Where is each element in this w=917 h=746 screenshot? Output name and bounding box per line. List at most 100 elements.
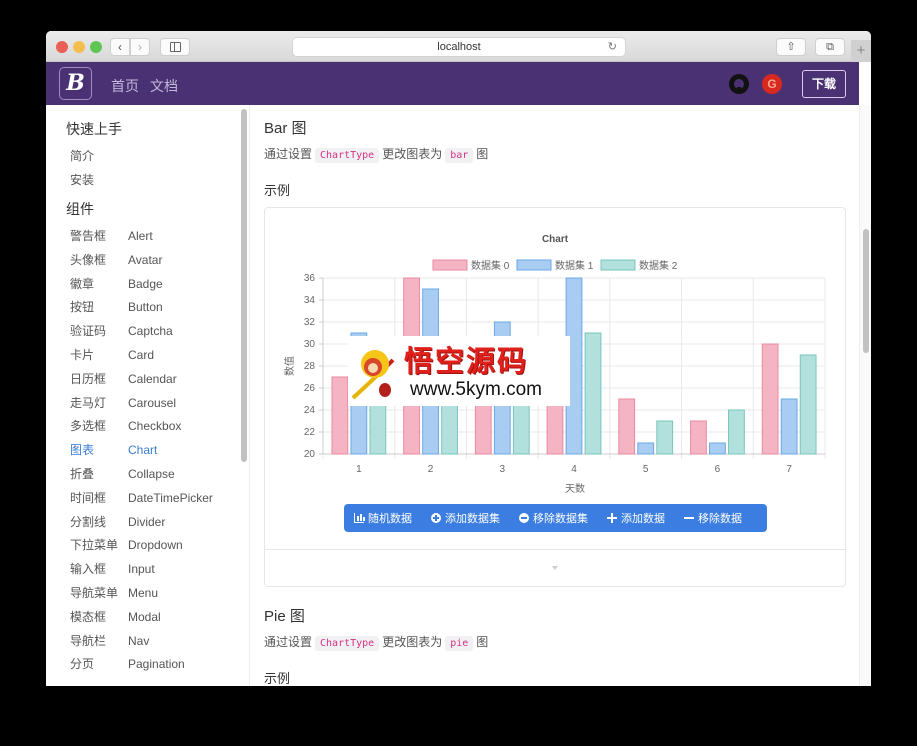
sidebar-item-cn-label: 图表 <box>70 443 95 458</box>
remove-data-button[interactable]: 移除数据 <box>684 510 742 526</box>
random-data-button[interactable]: 随机数据 <box>354 510 412 526</box>
forward-button[interactable]: › <box>130 38 150 56</box>
add-dataset-button[interactable]: 添加数据集 <box>431 510 500 526</box>
sidebar-item-cn-label: 多选框 <box>70 419 107 434</box>
sidebar-item-en-label: Nav <box>128 633 150 648</box>
sidebar-scrollbar[interactable] <box>241 109 247 462</box>
sidebar-item-chart[interactable]: 图表 Chart <box>70 441 157 458</box>
main-scrollbar[interactable] <box>859 105 871 686</box>
bar-chart-demo-card: Chart 数据集 0 数据集 1 数据集 2 20 22 24 26 28 30 32 34 36 1 2… <box>264 207 846 587</box>
x-tick-label: 1 <box>356 464 362 475</box>
y-axis-label: 数值 <box>283 356 296 376</box>
sidebar-item-badge[interactable]: 徽章 Badge <box>70 275 163 292</box>
sidebar-item-nav[interactable]: 导航栏 Nav <box>70 632 149 649</box>
top-navbar: B 首页 文档 G 下载 <box>46 62 859 105</box>
download-button[interactable]: 下载 <box>802 70 846 98</box>
share-button[interactable]: ⇧ <box>776 38 806 56</box>
back-button[interactable]: ‹ <box>110 38 130 56</box>
x-tick-label: 4 <box>571 464 577 475</box>
sidebar-item-captcha[interactable]: 验证码 Captcha <box>70 322 173 339</box>
add-data-button[interactable]: 添加数据 <box>607 510 665 526</box>
bar <box>584 332 602 455</box>
sidebar-item-modal[interactable]: 模态框 Modal <box>70 608 161 625</box>
legend-label: 数据集 2 <box>639 259 678 272</box>
sidebar-item-calendar[interactable]: 日历框 Calendar <box>70 370 177 387</box>
pie-example-heading: 示例 <box>264 671 291 686</box>
y-tick-label: 28 <box>304 361 316 372</box>
sidebar-item-input[interactable]: 输入框 Input <box>70 560 155 577</box>
desc-text: 通过设置 <box>264 147 313 161</box>
sidebar-item-en-label: DateTimePicker <box>128 490 213 505</box>
maximize-window-button[interactable] <box>90 41 102 53</box>
sidebar-item-avatar[interactable]: 头像框 Avatar <box>70 251 162 268</box>
sidebar-item-cn-label: 分页 <box>70 657 95 672</box>
sidebar-item-en-label: Captcha <box>128 324 173 339</box>
sidebar-item-cn-label: 输入框 <box>70 562 107 577</box>
sidebar-item-pagination[interactable]: 分页 Pagination <box>70 655 185 672</box>
minus-icon <box>684 513 694 523</box>
sidebar-icon <box>170 42 181 52</box>
y-tick-label: 20 <box>304 449 316 460</box>
button-label: 随机数据 <box>368 513 412 525</box>
close-window-button[interactable] <box>56 41 68 53</box>
sidebar-item-button[interactable]: 按钮 Button <box>70 298 163 315</box>
bar <box>709 442 726 455</box>
code-bar: bar <box>445 148 474 163</box>
sidebar-item-carousel[interactable]: 走马灯 Carousel <box>70 394 176 411</box>
sidebar-item-en-label: Carousel <box>128 395 177 410</box>
minimize-window-button[interactable] <box>73 41 85 53</box>
tabs-overview-button[interactable]: ⧉ <box>815 38 845 56</box>
gitee-icon[interactable]: G <box>762 74 782 94</box>
code-expand-bar[interactable] <box>265 549 845 587</box>
browser-titlebar: ‹ › localhost ↻ ⇧ ⧉ + <box>46 31 871 62</box>
logo[interactable]: B <box>59 67 92 100</box>
sidebar-item-collapse[interactable]: 折叠 Collapse <box>70 465 175 482</box>
sidebar-item-dropdown[interactable]: 下拉菜单 Dropdown <box>70 536 183 553</box>
bar-section-title: Bar 图 <box>264 120 307 137</box>
main-scrollbar-thumb[interactable] <box>863 229 869 353</box>
bar <box>637 442 655 455</box>
legend-swatch <box>432 259 468 271</box>
sidebar-item-cn-label: 时间框 <box>70 490 107 505</box>
bar-example-heading: 示例 <box>264 183 291 198</box>
sidebar-item[interactable]: 简介 <box>70 147 128 164</box>
sidebar-item[interactable]: 安装 <box>70 171 128 188</box>
sidebar-item-en-label: Calendar <box>128 371 177 386</box>
sidebar: 快速上手 简介 安装 组件 警告框 Alert 头像框 Avatar 徽章 Badge 按钮 Butt… <box>46 105 249 686</box>
nav-link-home[interactable]: 首页 <box>111 76 139 96</box>
sidebar-item-datetimepicker[interactable]: 时间框 DateTimePicker <box>70 489 213 506</box>
plus-circle-icon <box>431 513 441 523</box>
watermark-overlay: 悟空源码 www.5kym.com <box>348 336 570 406</box>
reload-icon[interactable]: ↻ <box>608 38 617 56</box>
caret-down-icon[interactable] <box>552 566 558 570</box>
y-tick-label: 34 <box>304 295 316 306</box>
x-tick-label: 6 <box>715 464 721 475</box>
monkey-king-icon <box>351 350 395 400</box>
sidebar-item-card[interactable]: 卡片 Card <box>70 346 154 363</box>
nav-link-docs[interactable]: 文档 <box>150 76 178 96</box>
sidebar-item-cn-label: 警告框 <box>70 229 107 243</box>
legend-swatch <box>516 259 552 271</box>
sidebar-item-en-label: Collapse <box>128 467 175 481</box>
desc-text: 通过设置 <box>264 635 313 649</box>
sidebar-item-en-label: Pagination <box>128 657 185 672</box>
sidebar-toggle-button[interactable] <box>160 38 190 56</box>
sidebar-item-cn-label: 下拉菜单 <box>70 538 119 553</box>
sidebar-item-en-label: Checkbox <box>128 419 182 434</box>
sidebar-item-en-label: Modal <box>128 609 161 624</box>
sidebar-item-menu[interactable]: 导航菜单 Menu <box>70 584 158 601</box>
sidebar-item-divider[interactable]: 分割线 Divider <box>70 513 165 530</box>
github-icon[interactable] <box>729 74 749 94</box>
remove-dataset-button[interactable]: 移除数据集 <box>519 510 588 526</box>
address-bar[interactable]: localhost ↻ <box>292 37 626 57</box>
sidebar-item-cn-label: 按钮 <box>70 300 95 315</box>
sidebar-item-alert[interactable]: 警告框 Alert <box>70 227 153 244</box>
sidebar-item-cn-label: 验证码 <box>70 324 107 339</box>
new-tab-button[interactable]: + <box>851 40 871 62</box>
button-label: 移除数据 <box>698 513 742 525</box>
sidebar-item-cn-label: 简介 <box>70 149 95 163</box>
sidebar-item-cn-label: 走马灯 <box>70 395 107 410</box>
sidebar-item-en-label: Button <box>128 300 163 315</box>
sidebar-item-checkbox[interactable]: 多选框 Checkbox <box>70 417 181 434</box>
y-tick-label: 30 <box>304 339 316 350</box>
